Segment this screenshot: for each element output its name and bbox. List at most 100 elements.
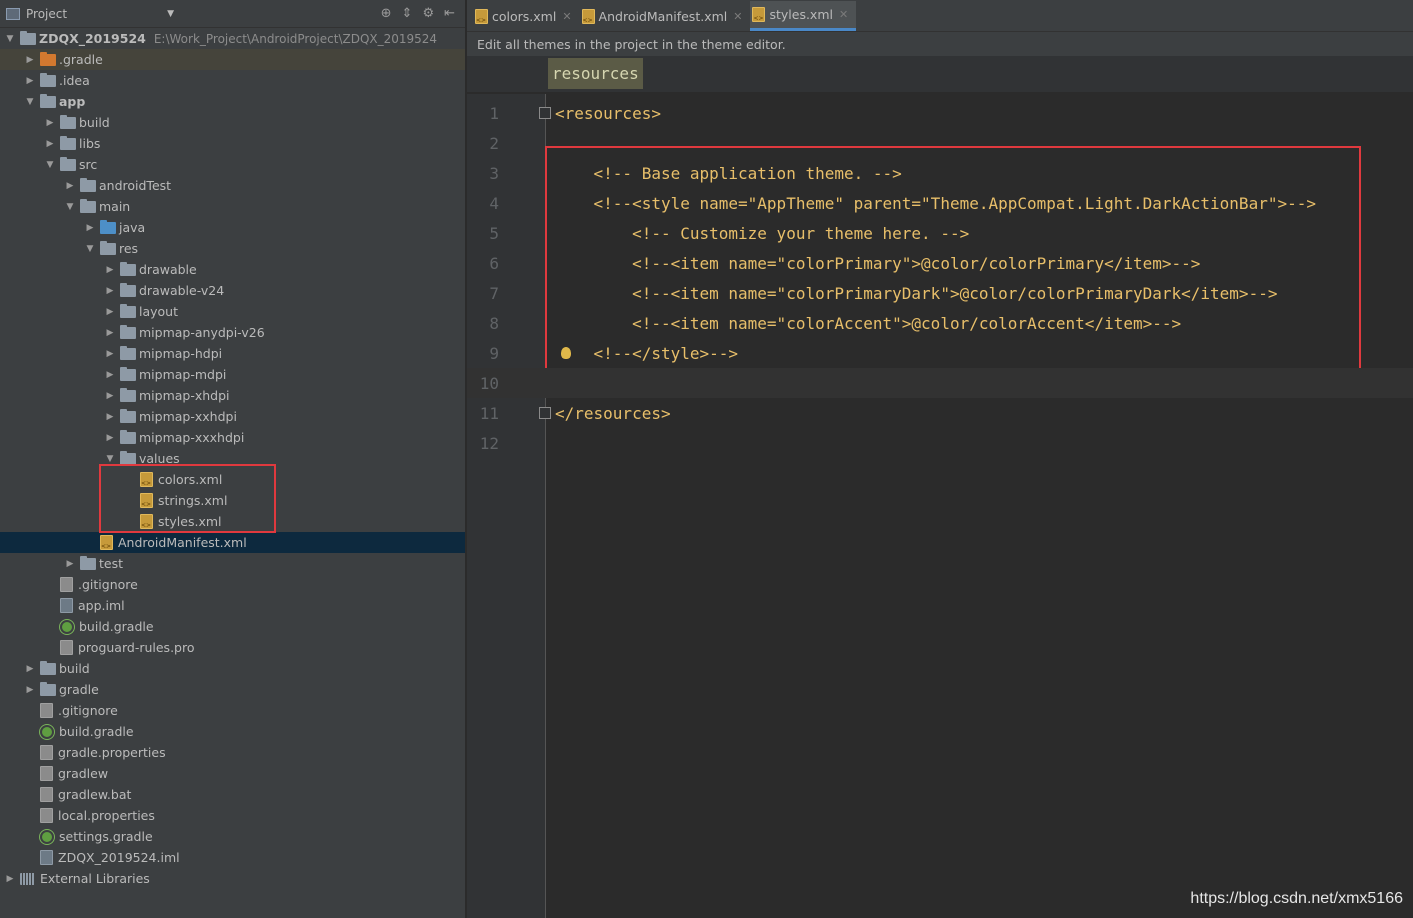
tree-item-label: app (59, 94, 86, 109)
expand-arrow-right-icon[interactable]: ▶ (40, 118, 60, 128)
tree-item[interactable]: ZDQX_2019524.iml (0, 847, 465, 868)
tree-item[interactable]: ▶ androidTest (0, 175, 465, 196)
expand-arrow-right-icon[interactable]: ▶ (100, 286, 120, 296)
code-line[interactable]: 5 <!-- Customize your theme here. --> (467, 218, 1413, 248)
tree-item[interactable]: AndroidManifest.xml (0, 532, 465, 553)
code-line[interactable]: 11 </resources> (467, 398, 1413, 428)
code-line[interactable]: 7 <!--<item name="colorPrimaryDark">@col… (467, 278, 1413, 308)
expand-arrow-right-icon[interactable]: ▶ (20, 664, 40, 674)
tree-item[interactable]: ▶ .gradle (0, 49, 465, 70)
editor-tab[interactable]: styles.xml ✕ (750, 1, 857, 31)
tree-item[interactable]: ▶ .idea (0, 70, 465, 91)
tree-item[interactable]: ▶ build (0, 658, 465, 679)
tree-item[interactable]: ▶ mipmap-hdpi (0, 343, 465, 364)
expand-arrow-down-icon[interactable]: ▼ (100, 454, 120, 464)
tree-item[interactable]: ▶ mipmap-xxhdpi (0, 406, 465, 427)
tree-item[interactable]: ▼ src (0, 154, 465, 175)
expand-arrow-right-icon[interactable]: ▶ (60, 181, 80, 191)
expand-arrow-down-icon[interactable]: ▼ (60, 202, 80, 212)
tree-item[interactable]: build.gradle (0, 616, 465, 637)
tree-item[interactable]: ▼ res (0, 238, 465, 259)
breadcrumb[interactable]: resources (548, 58, 643, 89)
project-tree[interactable]: ▼ ZDQX_2019524 E:\Work_Project\AndroidProj… (0, 28, 465, 889)
tree-item[interactable]: ▶ gradle (0, 679, 465, 700)
tree-item[interactable]: gradlew.bat (0, 784, 465, 805)
code-line[interactable]: 3 <!-- Base application theme. --> (467, 158, 1413, 188)
tree-item[interactable]: ▶ External Libraries (0, 868, 465, 889)
line-number: 10 (479, 373, 499, 393)
tree-item[interactable]: gradlew (0, 763, 465, 784)
tree-item[interactable]: ▶ mipmap-mdpi (0, 364, 465, 385)
tree-item-label: layout (139, 304, 179, 319)
code-line[interactable]: 1 <resources> (467, 98, 1413, 128)
expand-arrow-right-icon[interactable]: ▶ (100, 433, 120, 443)
editor-tab[interactable]: colors.xml ✕ (473, 1, 580, 31)
expand-arrow-right-icon[interactable]: ▶ (20, 76, 40, 86)
expand-arrow-down-icon[interactable]: ▼ (20, 97, 40, 107)
lib-file-icon (20, 872, 35, 885)
tree-item[interactable]: app.iml (0, 595, 465, 616)
expand-arrow-right-icon[interactable]: ▶ (100, 328, 120, 338)
fold-icon[interactable] (539, 107, 551, 119)
expand-arrow-right-icon[interactable]: ▶ (100, 391, 120, 401)
tree-item[interactable]: ▶ mipmap-xhdpi (0, 385, 465, 406)
expand-arrow-right-icon[interactable]: ▶ (20, 685, 40, 695)
tree-item[interactable]: ▼ ZDQX_2019524 E:\Work_Project\AndroidProj… (0, 28, 465, 49)
project-view-title[interactable]: Project (26, 7, 67, 21)
gear-icon[interactable]: ⚙ (422, 6, 434, 21)
expand-arrow-right-icon[interactable]: ▶ (100, 370, 120, 380)
close-icon[interactable]: ✕ (733, 10, 742, 23)
folder-icon (80, 177, 96, 192)
tree-item[interactable]: ▶ mipmap-xxxhdpi (0, 427, 465, 448)
hide-panel-icon[interactable]: ⇤ (444, 6, 455, 21)
code-line[interactable]: 2 (467, 128, 1413, 158)
code-line[interactable]: 12 (467, 428, 1413, 458)
tree-item-label: ZDQX_2019524 (39, 31, 146, 46)
expand-arrow-right-icon[interactable]: ▶ (20, 55, 40, 65)
tree-item[interactable]: ▶ drawable (0, 259, 465, 280)
tree-item[interactable]: build.gradle (0, 721, 465, 742)
project-toolbar: ⊕ ⇕ ⚙ ⇤ (381, 6, 465, 21)
expand-arrow-right-icon[interactable]: ▶ (60, 559, 80, 569)
tree-item[interactable]: ▼ main (0, 196, 465, 217)
tree-item[interactable]: ▶ libs (0, 133, 465, 154)
locate-icon[interactable]: ⊕ (381, 6, 392, 21)
expand-arrow-right-icon[interactable]: ▶ (100, 349, 120, 359)
tree-item[interactable]: .gitignore (0, 574, 465, 595)
expand-arrow-right-icon[interactable]: ▶ (100, 307, 120, 317)
code-line[interactable]: 6 <!--<item name="colorPrimary">@color/c… (467, 248, 1413, 278)
expand-arrow-down-icon[interactable]: ▼ (40, 160, 60, 170)
expand-arrow-right-icon[interactable]: ▶ (100, 265, 120, 275)
tree-item[interactable]: ▼ app (0, 91, 465, 112)
tree-item[interactable]: ▶ drawable-v24 (0, 280, 465, 301)
code-editor[interactable]: 1 <resources> 2 3 <!-- Base application the… (467, 94, 1413, 918)
close-icon[interactable]: ✕ (562, 10, 571, 23)
project-icon (6, 7, 20, 20)
expand-arrow-down-icon[interactable]: ▼ (80, 244, 100, 254)
code-line[interactable]: 8 <!--<item name="colorAccent">@color/co… (467, 308, 1413, 338)
expand-arrow-right-icon[interactable]: ▶ (100, 412, 120, 422)
fold-icon[interactable] (539, 407, 551, 419)
tree-item[interactable]: ▶ build (0, 112, 465, 133)
tree-item[interactable]: ▶ layout (0, 301, 465, 322)
tree-item[interactable]: local.properties (0, 805, 465, 826)
code-line[interactable]: 9 <!--</style>--> (467, 338, 1413, 368)
close-icon[interactable]: ✕ (839, 8, 848, 21)
expand-arrow-down-icon[interactable]: ▼ (0, 34, 20, 44)
tree-item[interactable]: ▶ mipmap-anydpi-v26 (0, 322, 465, 343)
expand-arrow-right-icon[interactable]: ▶ (0, 874, 20, 884)
code-line[interactable]: 10 (467, 368, 1413, 398)
code-line[interactable]: 4 <!--<style name="AppTheme" parent="The… (467, 188, 1413, 218)
expand-arrow-right-icon[interactable]: ▶ (80, 223, 100, 233)
collapse-all-icon[interactable]: ⇕ (402, 6, 413, 21)
chevron-down-icon[interactable]: ▼ (167, 9, 174, 19)
theme-editor-notification[interactable]: Edit all themes in the project in the th… (467, 32, 1413, 56)
tree-item[interactable]: ▶ test (0, 553, 465, 574)
editor-tab[interactable]: AndroidManifest.xml ✕ (580, 1, 751, 31)
tree-item[interactable]: proguard-rules.pro (0, 637, 465, 658)
tree-item[interactable]: gradle.properties (0, 742, 465, 763)
tree-item[interactable]: .gitignore (0, 700, 465, 721)
tree-item[interactable]: settings.gradle (0, 826, 465, 847)
expand-arrow-right-icon[interactable]: ▶ (40, 139, 60, 149)
tree-item[interactable]: ▶ java (0, 217, 465, 238)
